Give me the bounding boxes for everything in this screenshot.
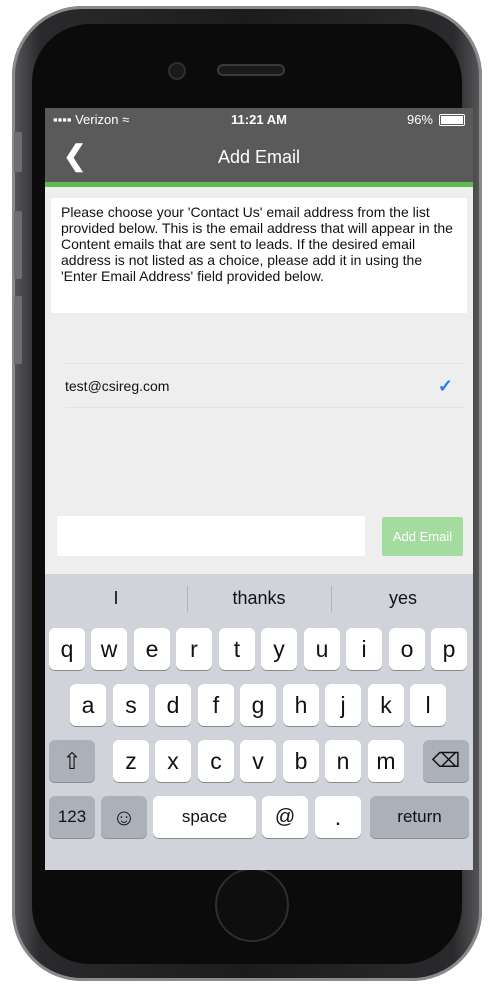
key-u[interactable]: u [304, 628, 340, 670]
numbers-key[interactable]: 123 [49, 796, 95, 838]
suggestion-bar: I thanks yes [45, 574, 473, 620]
speaker-grille [217, 64, 285, 76]
keyboard: I thanks yes q w e r t y u i o p a s d f… [45, 574, 473, 870]
instructions-text: Please choose your 'Contact Us' email ad… [51, 198, 467, 313]
suggestion-3[interactable]: yes [332, 588, 473, 609]
key-c[interactable]: c [198, 740, 234, 782]
key-b[interactable]: b [283, 740, 319, 782]
key-o[interactable]: o [389, 628, 425, 670]
camera-icon [168, 62, 186, 80]
period-key[interactable]: . [315, 796, 361, 838]
key-f[interactable]: f [198, 684, 234, 726]
email-address: test@csireg.com [65, 378, 170, 394]
key-e[interactable]: e [134, 628, 170, 670]
key-j[interactable]: j [325, 684, 361, 726]
key-m[interactable]: m [368, 740, 404, 782]
key-n[interactable]: n [325, 740, 361, 782]
return-key[interactable]: return [370, 796, 469, 838]
key-w[interactable]: w [91, 628, 127, 670]
key-i[interactable]: i [346, 628, 382, 670]
add-email-button[interactable]: Add Email [382, 517, 463, 556]
volume-down-button [14, 296, 22, 364]
key-s[interactable]: s [113, 684, 149, 726]
mute-switch [14, 132, 22, 172]
key-x[interactable]: x [155, 740, 191, 782]
volume-up-button [14, 211, 22, 279]
key-k[interactable]: k [368, 684, 404, 726]
key-p[interactable]: p [431, 628, 467, 670]
emoji-key-icon[interactable]: ☺ [101, 796, 147, 838]
email-input[interactable] [57, 516, 365, 556]
shift-key-icon[interactable]: ⇧ [49, 740, 95, 782]
email-list-item[interactable]: test@csireg.com ✓ [65, 363, 465, 408]
delete-key-icon[interactable]: ⌫ [423, 740, 469, 782]
key-v[interactable]: v [240, 740, 276, 782]
key-z[interactable]: z [113, 740, 149, 782]
key-d[interactable]: d [155, 684, 191, 726]
accent-bar [45, 182, 473, 187]
key-t[interactable]: t [219, 628, 255, 670]
checkmark-icon: ✓ [437, 376, 453, 396]
key-r[interactable]: r [176, 628, 212, 670]
key-l[interactable]: l [410, 684, 446, 726]
home-button[interactable] [215, 868, 289, 942]
app-screen: ▪▪▪▪ Verizon ≈ 11:21 AM 96% ❮ Add Email … [45, 108, 473, 870]
at-key[interactable]: @ [262, 796, 308, 838]
page-title: Add Email [217, 147, 301, 167]
key-a[interactable]: a [70, 684, 106, 726]
key-h[interactable]: h [283, 684, 319, 726]
navigation-bar: ❮ Add Email [45, 130, 473, 182]
suggestion-1[interactable]: I [45, 588, 187, 609]
battery-percent: 96% [406, 112, 433, 127]
battery-icon [439, 114, 465, 126]
key-y[interactable]: y [261, 628, 297, 670]
suggestion-2[interactable]: thanks [188, 588, 330, 609]
key-g[interactable]: g [240, 684, 276, 726]
space-key[interactable]: space [153, 796, 256, 838]
status-bar: ▪▪▪▪ Verizon ≈ 11:21 AM 96% [45, 108, 473, 130]
key-q[interactable]: q [49, 628, 85, 670]
